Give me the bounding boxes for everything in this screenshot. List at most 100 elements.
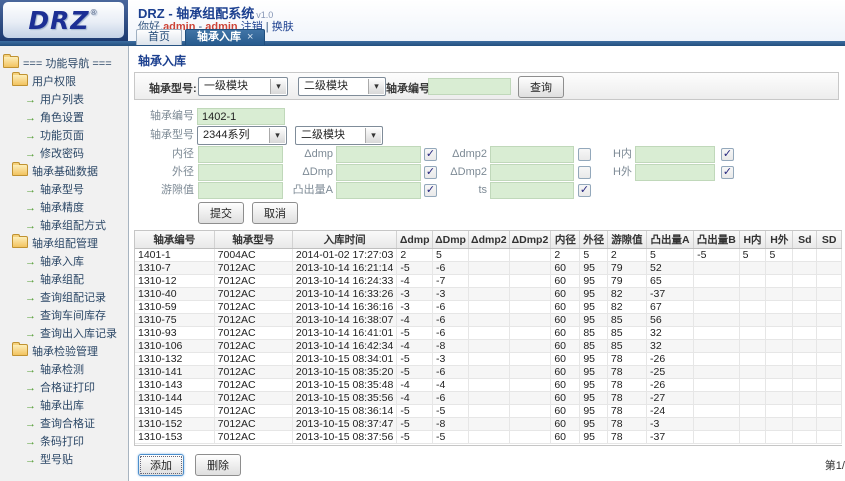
table-cell xyxy=(509,262,551,275)
table-cell xyxy=(739,366,766,379)
sidebar-item-轴承组配方式[interactable]: →轴承组配方式 xyxy=(0,217,128,235)
table-row[interactable]: 1310-1537012AC2013-10-15 08:37:56-5-5609… xyxy=(135,431,842,444)
table-row[interactable]: 1310-757012AC2013-10-14 16:38:07-4-66095… xyxy=(135,314,842,327)
table-cell xyxy=(509,431,551,444)
field-input-Δdmp[interactable] xyxy=(336,146,421,163)
field-checkbox-H外[interactable]: ✓ xyxy=(721,166,734,179)
sidebar-item-轴承基础数据[interactable]: 轴承基础数据 xyxy=(0,163,128,181)
sidebar-item-=== 功能导航 ===[interactable]: === 功能导航 === xyxy=(0,55,128,73)
field-checkbox-H内[interactable]: ✓ xyxy=(721,148,734,161)
sidebar-item-label: 轴承检验管理 xyxy=(32,346,98,358)
sidebar-item-修改密码[interactable]: →修改密码 xyxy=(0,145,128,163)
table-row[interactable]: 1310-1437012AC2013-10-15 08:35:48-4-4609… xyxy=(135,379,842,392)
search-serial-input[interactable] xyxy=(428,78,511,95)
sidebar-item-label: 查询合格证 xyxy=(40,418,95,430)
table-row[interactable]: 1310-597012AC2013-10-14 16:36:16-3-66095… xyxy=(135,301,842,314)
sidebar-item-用户列表[interactable]: →用户列表 xyxy=(0,91,128,109)
form-model-select[interactable]: 2344系列 xyxy=(197,126,287,145)
field-input-ts[interactable] xyxy=(490,182,574,199)
table-cell: -8 xyxy=(433,418,469,431)
field-input-游隙值[interactable] xyxy=(198,182,283,199)
table-cell: 7012AC xyxy=(214,275,292,288)
sidebar-item-轴承组配管理[interactable]: 轴承组配管理 xyxy=(0,235,128,253)
table-cell xyxy=(509,301,551,314)
inbound-table: 轴承编号轴承型号入库时间ΔdmpΔDmpΔdmp2ΔDmp2内径外径游隙值凸出量… xyxy=(135,231,842,444)
sidebar-item-轴承型号[interactable]: →轴承型号 xyxy=(0,181,128,199)
sidebar-item-合格证打印[interactable]: →合格证打印 xyxy=(0,379,128,397)
sidebar-item-功能页面[interactable]: →功能页面 xyxy=(0,127,128,145)
table-cell xyxy=(469,392,510,405)
field-label-游隙值: 游隙值 xyxy=(138,182,194,199)
table-row[interactable]: 1310-1447012AC2013-10-15 08:35:56-4-6609… xyxy=(135,392,842,405)
arrow-icon: → xyxy=(25,310,36,322)
search-serial-label: 轴承编号: xyxy=(386,80,434,96)
table-row[interactable]: 1310-937012AC2013-10-14 16:41:01-5-66085… xyxy=(135,327,842,340)
field-input-Δdmp2[interactable] xyxy=(490,146,574,163)
sidebar-item-角色设置[interactable]: →角色设置 xyxy=(0,109,128,127)
table-cell xyxy=(694,353,740,366)
skin-link[interactable]: 换肤 xyxy=(272,21,294,33)
delete-button[interactable]: 删除 xyxy=(195,454,241,476)
search-level1-select[interactable]: 一级模块 xyxy=(198,77,288,96)
sidebar-item-查询车间库存[interactable]: →查询车间库存 xyxy=(0,307,128,325)
field-input-ΔDmp2[interactable] xyxy=(490,164,574,181)
sidebar-item-label: 用户列表 xyxy=(40,94,84,106)
table-cell xyxy=(469,301,510,314)
sidebar-item-查询组配记录[interactable]: →查询组配记录 xyxy=(0,289,128,307)
sidebar-item-轴承检验管理[interactable]: 轴承检验管理 xyxy=(0,343,128,361)
sidebar-item-查询出入库记录[interactable]: →查询出入库记录 xyxy=(0,325,128,343)
sidebar-item-用户权限[interactable]: 用户权限 xyxy=(0,73,128,91)
arrow-icon: → xyxy=(25,364,36,376)
table-row[interactable]: 1310-1067012AC2013-10-14 16:42:34-4-8608… xyxy=(135,340,842,353)
table-row[interactable]: 1310-1417012AC2013-10-15 08:35:20-5-6609… xyxy=(135,366,842,379)
add-button[interactable]: 添加 xyxy=(138,454,184,476)
table-cell xyxy=(766,288,793,301)
sidebar-item-查询合格证[interactable]: → 查询合格证 xyxy=(0,415,128,433)
field-input-H外[interactable] xyxy=(635,164,715,181)
table-row[interactable]: 1310-1327012AC2013-10-15 08:34:01-5-3609… xyxy=(135,353,842,366)
table-cell xyxy=(817,379,842,392)
field-input-H内[interactable] xyxy=(635,146,715,163)
table-row[interactable]: 1401-17004AC2014-01-02 17:27:03252525-55… xyxy=(135,249,842,262)
sidebar-item-轴承出库[interactable]: →轴承出库 xyxy=(0,397,128,415)
query-button[interactable]: 查询 xyxy=(518,76,564,98)
table-cell xyxy=(694,301,740,314)
arrow-icon: → xyxy=(25,454,36,466)
table-cell: 60 xyxy=(551,327,580,340)
table-cell xyxy=(817,405,842,418)
table-row[interactable]: 1310-1457012AC2013-10-15 08:36:14-5-5609… xyxy=(135,405,842,418)
search-level2-select[interactable]: 二级模块 xyxy=(298,77,386,96)
sidebar-item-轴承检测[interactable]: →轴承检测 xyxy=(0,361,128,379)
tab-close-icon[interactable]: × xyxy=(247,31,253,43)
sidebar-item-轴承精度[interactable]: →轴承精度 xyxy=(0,199,128,217)
table-cell: 7012AC xyxy=(214,418,292,431)
sidebar-item-型号贴[interactable]: →型号贴 xyxy=(0,451,128,469)
submit-button[interactable]: 提交 xyxy=(198,202,244,224)
form-module-select[interactable]: 二级模块 xyxy=(295,126,383,145)
field-input-凸出量A[interactable] xyxy=(336,182,421,199)
field-input-内径[interactable] xyxy=(198,146,283,163)
table-row[interactable]: 1310-127012AC2013-10-14 16:24:33-4-76095… xyxy=(135,275,842,288)
table-cell xyxy=(509,314,551,327)
field-checkbox-ts[interactable]: ✓ xyxy=(578,184,591,197)
tab-bearing-inbound-label: 轴承入库 xyxy=(197,31,241,43)
table-cell: 95 xyxy=(580,314,608,327)
field-input-ΔDmp[interactable] xyxy=(336,164,421,181)
sidebar-item-条码打印[interactable]: →条码打印 xyxy=(0,433,128,451)
field-input-外径[interactable] xyxy=(198,164,283,181)
sidebar-item-轴承入库[interactable]: →轴承入库 xyxy=(0,253,128,271)
table-cell xyxy=(793,301,817,314)
column-header-轴承编号: 轴承编号 xyxy=(135,231,214,249)
table-cell: 7012AC xyxy=(214,288,292,301)
table-row[interactable]: 1310-1527012AC2013-10-15 08:37:47-5-8609… xyxy=(135,418,842,431)
table-cell xyxy=(766,340,793,353)
tab-home[interactable]: 首页 xyxy=(136,29,182,45)
table-row[interactable]: 1310-407012AC2013-10-14 16:33:26-3-36095… xyxy=(135,288,842,301)
table-row[interactable]: 1310-77012AC2013-10-14 16:21:14-5-660957… xyxy=(135,262,842,275)
sidebar-item-轴承组配[interactable]: →轴承组配 xyxy=(0,271,128,289)
form-serial-input[interactable] xyxy=(197,108,285,125)
table-cell: -3 xyxy=(433,353,469,366)
arrow-icon: → xyxy=(25,418,36,430)
cancel-button[interactable]: 取消 xyxy=(252,202,298,224)
tab-bearing-inbound[interactable]: 轴承入库 × xyxy=(185,29,265,45)
